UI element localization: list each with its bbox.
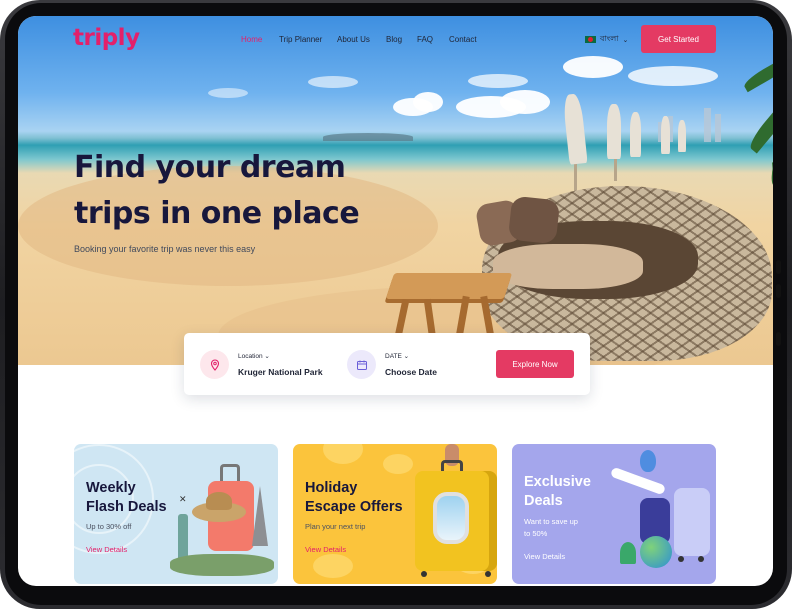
cloud [208, 88, 248, 98]
location-value[interactable]: Kruger National Park [238, 367, 323, 377]
view-details-link[interactable]: View Details [86, 545, 127, 554]
card-title: Exclusive Deals [524, 473, 591, 511]
palm-leaf [772, 161, 773, 223]
view-details-link[interactable]: View Details [305, 545, 346, 554]
palm-leaf [741, 56, 773, 93]
city-skyline [715, 114, 721, 142]
beach-umbrella [562, 93, 588, 165]
beach-umbrella [678, 120, 686, 152]
language-label: বাংলা [600, 34, 619, 43]
plant-illustration [620, 542, 636, 564]
suitcase-wheel [698, 556, 704, 562]
airplane-window-illustration [433, 492, 469, 544]
explore-now-button[interactable]: Explore Now [496, 350, 574, 378]
chevron-down-icon: ⌄ [622, 36, 629, 44]
volume-button [776, 260, 781, 274]
hot-air-balloon-illustration [640, 450, 656, 472]
location-label-group[interactable]: Location ⌄ [238, 352, 270, 360]
calendar-icon [347, 350, 376, 379]
location-label: Location [238, 353, 263, 360]
suitcase-illustration [674, 488, 710, 556]
cloud [413, 92, 443, 112]
globe-illustration [640, 536, 672, 568]
hero-banner: Find your dream trips in one place Booki… [18, 16, 773, 365]
card-subtitle-line: to 50% [524, 529, 548, 538]
landmarks-base [170, 554, 274, 576]
card-title-line: Holiday [305, 480, 358, 496]
cloud [563, 56, 623, 78]
language-selector[interactable]: বাংলা ⌄ [585, 33, 628, 46]
beach-umbrella [607, 104, 621, 159]
nav-faq[interactable]: FAQ [417, 35, 433, 44]
card-title: Holiday Escape Offers [305, 479, 403, 517]
hero-title-line: Find your dream [74, 150, 346, 185]
sun-hat-crown [206, 492, 232, 510]
card-subtitle-line: Want to save up [524, 517, 578, 526]
suitcase-wheel [678, 556, 684, 562]
card-title: Weekly Flash Deals [86, 479, 167, 517]
logo[interactable]: triply [73, 25, 140, 51]
view-details-link[interactable]: View Details [524, 552, 565, 561]
nav-trip-planner[interactable]: Trip Planner [279, 35, 322, 44]
suitcase-wheel [485, 571, 491, 577]
wooden-table [385, 273, 513, 299]
pillow [507, 195, 561, 245]
power-button [776, 332, 781, 346]
volume-button [776, 284, 781, 298]
location-pin-icon [200, 350, 229, 379]
date-value[interactable]: Choose Date [385, 367, 437, 377]
promo-card-weekly-flash-deals[interactable]: Weekly Flash Deals Up to 30% off View De… [74, 444, 278, 584]
chevron-down-icon: ⌄ [264, 353, 270, 360]
beach-umbrella [661, 116, 670, 154]
decorative-blob [383, 454, 413, 474]
decorative-blob [313, 554, 353, 578]
city-skyline [704, 108, 711, 142]
card-title-line: Flash Deals [86, 499, 167, 515]
cloud [628, 66, 718, 86]
cloud [468, 74, 528, 88]
hero-subtitle: Booking your favorite trip was never thi… [74, 244, 256, 254]
nav-home[interactable]: Home [241, 35, 262, 44]
screen: Find your dream trips in one place Booki… [18, 16, 773, 586]
eiffel-tower-illustration [252, 486, 268, 546]
nav-blog[interactable]: Blog [386, 35, 402, 44]
cloud [308, 76, 358, 88]
nav-contact[interactable]: Contact [449, 35, 477, 44]
hero-title-line: trips in one place [74, 196, 360, 231]
card-title-line: Deals [524, 493, 563, 509]
flag-icon [585, 36, 596, 43]
palm-leaf [746, 98, 773, 154]
promo-card-exclusive-deals[interactable]: Exclusive Deals Want to save up to 50% V… [512, 444, 716, 584]
hero-title: Find your dream trips in one place [74, 145, 394, 237]
close-icon: ✕ [179, 494, 187, 504]
get-started-button[interactable]: Get Started [641, 25, 716, 53]
seat-cushion [493, 244, 643, 289]
card-subtitle: Want to save up to 50% [524, 516, 578, 540]
cloud [500, 90, 550, 114]
beach-umbrella [630, 112, 641, 157]
card-title-line: Exclusive [524, 474, 591, 490]
search-card: Location ⌄ Kruger National Park DATE ⌄ C… [184, 333, 590, 395]
card-subtitle: Up to 30% off [86, 522, 132, 531]
decorative-blob [323, 444, 363, 464]
airplane-illustration [609, 466, 667, 496]
tablet-frame: Find your dream trips in one place Booki… [0, 0, 792, 609]
card-title-line: Escape Offers [305, 499, 403, 515]
nav-about-us[interactable]: About Us [337, 35, 370, 44]
suitcase-handle [220, 464, 240, 482]
island [323, 133, 413, 141]
card-title-line: Weekly [86, 480, 136, 496]
suitcase-wheel [421, 571, 427, 577]
chevron-down-icon: ⌄ [403, 353, 410, 360]
date-label-group[interactable]: DATE ⌄ [385, 352, 409, 360]
card-subtitle: Plan your next trip [305, 522, 366, 531]
promo-card-holiday-escape-offers[interactable]: Holiday Escape Offers Plan your next tri… [293, 444, 497, 584]
date-label: DATE [385, 353, 402, 360]
